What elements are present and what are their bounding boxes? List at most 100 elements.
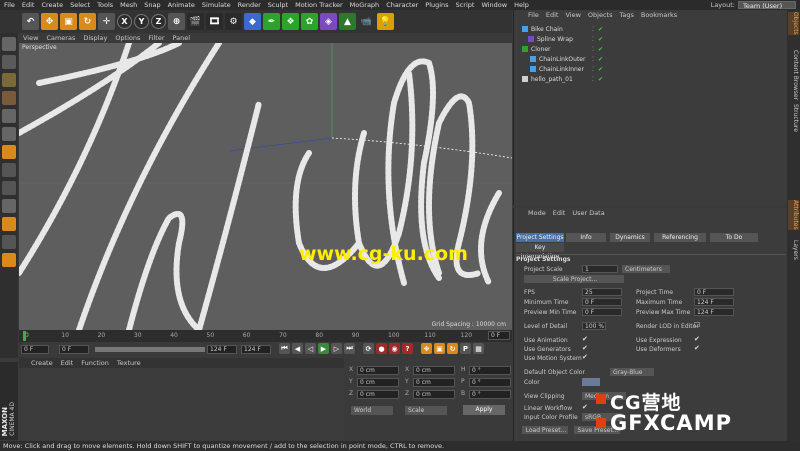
playhead[interactable]: [23, 331, 26, 341]
snap-icon[interactable]: [2, 199, 16, 213]
next-frame-icon[interactable]: ▷: [331, 343, 342, 354]
default-color-dropdown[interactable]: Gray-Blue: [610, 368, 654, 376]
object-menu-objects[interactable]: Objects: [588, 11, 613, 19]
layout-dropdown[interactable]: Team (User): [738, 1, 796, 10]
render-picture-viewer-icon[interactable]: 🎞: [206, 13, 223, 30]
environment-icon[interactable]: ▲: [339, 13, 356, 30]
use-motion-checkbox[interactable]: ✔: [582, 353, 588, 361]
light-icon[interactable]: 💡: [377, 13, 394, 30]
enabled-check-icon[interactable]: ✔: [598, 76, 603, 83]
preview-min-field[interactable]: 0 F: [582, 308, 622, 316]
use-deformers-checkbox[interactable]: ✔: [694, 344, 700, 352]
visibility-icon[interactable]: ⁚: [592, 46, 594, 53]
menu-item-select[interactable]: Select: [70, 1, 90, 9]
material-menu-texture[interactable]: Texture: [117, 359, 141, 367]
project-time-field[interactable]: 0 F: [694, 288, 734, 296]
preview-end-field[interactable]: 124 F: [241, 345, 271, 354]
undo-icon[interactable]: ↶: [22, 13, 39, 30]
visibility-icon[interactable]: ⁚: [592, 56, 594, 63]
viewport-menu-panel[interactable]: Panel: [173, 34, 191, 42]
visibility-icon[interactable]: ⁚: [592, 66, 594, 73]
visibility-icon[interactable]: ⁚: [592, 26, 594, 33]
rotate-tool-icon[interactable]: ↻: [79, 13, 96, 30]
material-manager[interactable]: [19, 368, 344, 440]
key-param-icon[interactable]: P: [460, 343, 471, 354]
lod-field[interactable]: 100 %: [582, 322, 606, 330]
dock-tab-layers[interactable]: Layers: [788, 240, 799, 260]
viewport-menu-options[interactable]: Options: [115, 34, 140, 42]
apply-button[interactable]: Apply: [463, 405, 505, 415]
object-row[interactable]: hello_path_01 ⁚ ✔: [514, 74, 788, 84]
viewport-menu-display[interactable]: Display: [83, 34, 107, 42]
render-settings-icon[interactable]: ⚙: [225, 13, 242, 30]
3d-viewport[interactable]: Perspective Grid Spacing : 10000 cm www.…: [19, 43, 512, 330]
camera-icon[interactable]: 📹: [358, 13, 375, 30]
render-lod-checkbox[interactable]: ☐: [694, 321, 700, 329]
scale-tool-icon[interactable]: ▣: [60, 13, 77, 30]
object-menu-file[interactable]: File: [528, 11, 539, 19]
visibility-icon[interactable]: ⁚: [592, 76, 594, 83]
key-position-icon[interactable]: ✥: [421, 343, 432, 354]
color-swatch[interactable]: [582, 378, 600, 386]
coord-field[interactable]: 0 °: [469, 378, 511, 387]
object-menu-edit[interactable]: Edit: [546, 11, 559, 19]
go-end-icon[interactable]: ⏭: [344, 343, 355, 354]
object-row[interactable]: ChainLinkOuter ⁚ ✔: [514, 54, 788, 64]
project-scale-field[interactable]: 1: [582, 265, 618, 273]
z-axis-lock-icon[interactable]: Z: [151, 14, 166, 29]
attr-tab-referencing[interactable]: Referencing: [654, 233, 706, 242]
tweak-mode-icon[interactable]: [2, 181, 16, 195]
object-menu-tags[interactable]: Tags: [619, 11, 633, 19]
coord-field[interactable]: 0 cm: [357, 390, 399, 399]
menu-item-sculpt[interactable]: Sculpt: [268, 1, 288, 9]
menu-item-help[interactable]: Help: [514, 1, 529, 9]
texture-mode-icon[interactable]: [2, 73, 16, 87]
edges-mode-icon[interactable]: [2, 127, 16, 141]
axis-mode-icon[interactable]: [2, 163, 16, 177]
coord-field[interactable]: 0 °: [469, 390, 511, 399]
current-frame-field[interactable]: 0 F: [21, 345, 49, 354]
attr-tab-info[interactable]: Info: [566, 233, 606, 242]
array-icon[interactable]: ✿: [301, 13, 318, 30]
menu-item-render[interactable]: Render: [238, 1, 261, 9]
coord-field[interactable]: 0 cm: [413, 390, 455, 399]
max-time-field[interactable]: 124 F: [694, 298, 734, 306]
dock-tab-structure[interactable]: Structure: [788, 104, 799, 132]
enabled-check-icon[interactable]: ✔: [598, 26, 603, 33]
menu-item-simulate[interactable]: Simulate: [202, 1, 231, 9]
spline-pen-icon[interactable]: ✒: [263, 13, 280, 30]
model-mode-icon[interactable]: [2, 55, 16, 69]
y-axis-lock-icon[interactable]: Y: [134, 14, 149, 29]
render-view-icon[interactable]: 🎬: [187, 13, 204, 30]
enabled-check-icon[interactable]: ✔: [598, 36, 603, 43]
menu-item-create[interactable]: Create: [41, 1, 63, 9]
workplane-icon[interactable]: [2, 91, 16, 105]
menu-item-edit[interactable]: Edit: [22, 1, 35, 9]
menu-item-file[interactable]: File: [4, 1, 15, 9]
project-scale-unit-dropdown[interactable]: Centimeters: [622, 265, 670, 273]
coord-field[interactable]: 0 cm: [357, 366, 399, 375]
min-time-field[interactable]: 0 F: [582, 298, 622, 306]
fps-field[interactable]: 25: [582, 288, 622, 296]
object-row[interactable]: Spline Wrap ⁚ ✔: [514, 34, 788, 44]
material-menu-create[interactable]: Create: [31, 359, 53, 367]
visibility-icon[interactable]: ⁚: [592, 36, 594, 43]
grid-icon[interactable]: [2, 235, 16, 249]
deformer-icon[interactable]: ◈: [320, 13, 337, 30]
menu-item-character[interactable]: Character: [386, 1, 418, 9]
coord-mode-dropdown[interactable]: World: [351, 406, 393, 415]
autokey-icon[interactable]: ◉: [389, 343, 400, 354]
attr-tab-key-interpolation[interactable]: Key Interpolation: [516, 243, 564, 260]
material-menu-function[interactable]: Function: [81, 359, 109, 367]
attribute-menu-edit[interactable]: Edit: [553, 209, 566, 217]
linear-workflow-checkbox[interactable]: ✔: [582, 403, 588, 411]
menu-item-motion-tracker[interactable]: Motion Tracker: [295, 1, 343, 9]
load-preset-button[interactable]: Load Preset...: [522, 426, 568, 434]
timeline[interactable]: 0 10 20 30 40 50 60 70 80 90 100 110 120 0 F: [19, 330, 512, 342]
key-pla-icon[interactable]: ▦: [473, 343, 484, 354]
loop-icon[interactable]: ⟳: [363, 343, 374, 354]
prev-key-icon[interactable]: ◀: [292, 343, 303, 354]
move-tool-icon[interactable]: ✥: [41, 13, 58, 30]
coord-field[interactable]: 0 °: [469, 366, 511, 375]
viewport-menu-cameras[interactable]: Cameras: [46, 34, 75, 42]
